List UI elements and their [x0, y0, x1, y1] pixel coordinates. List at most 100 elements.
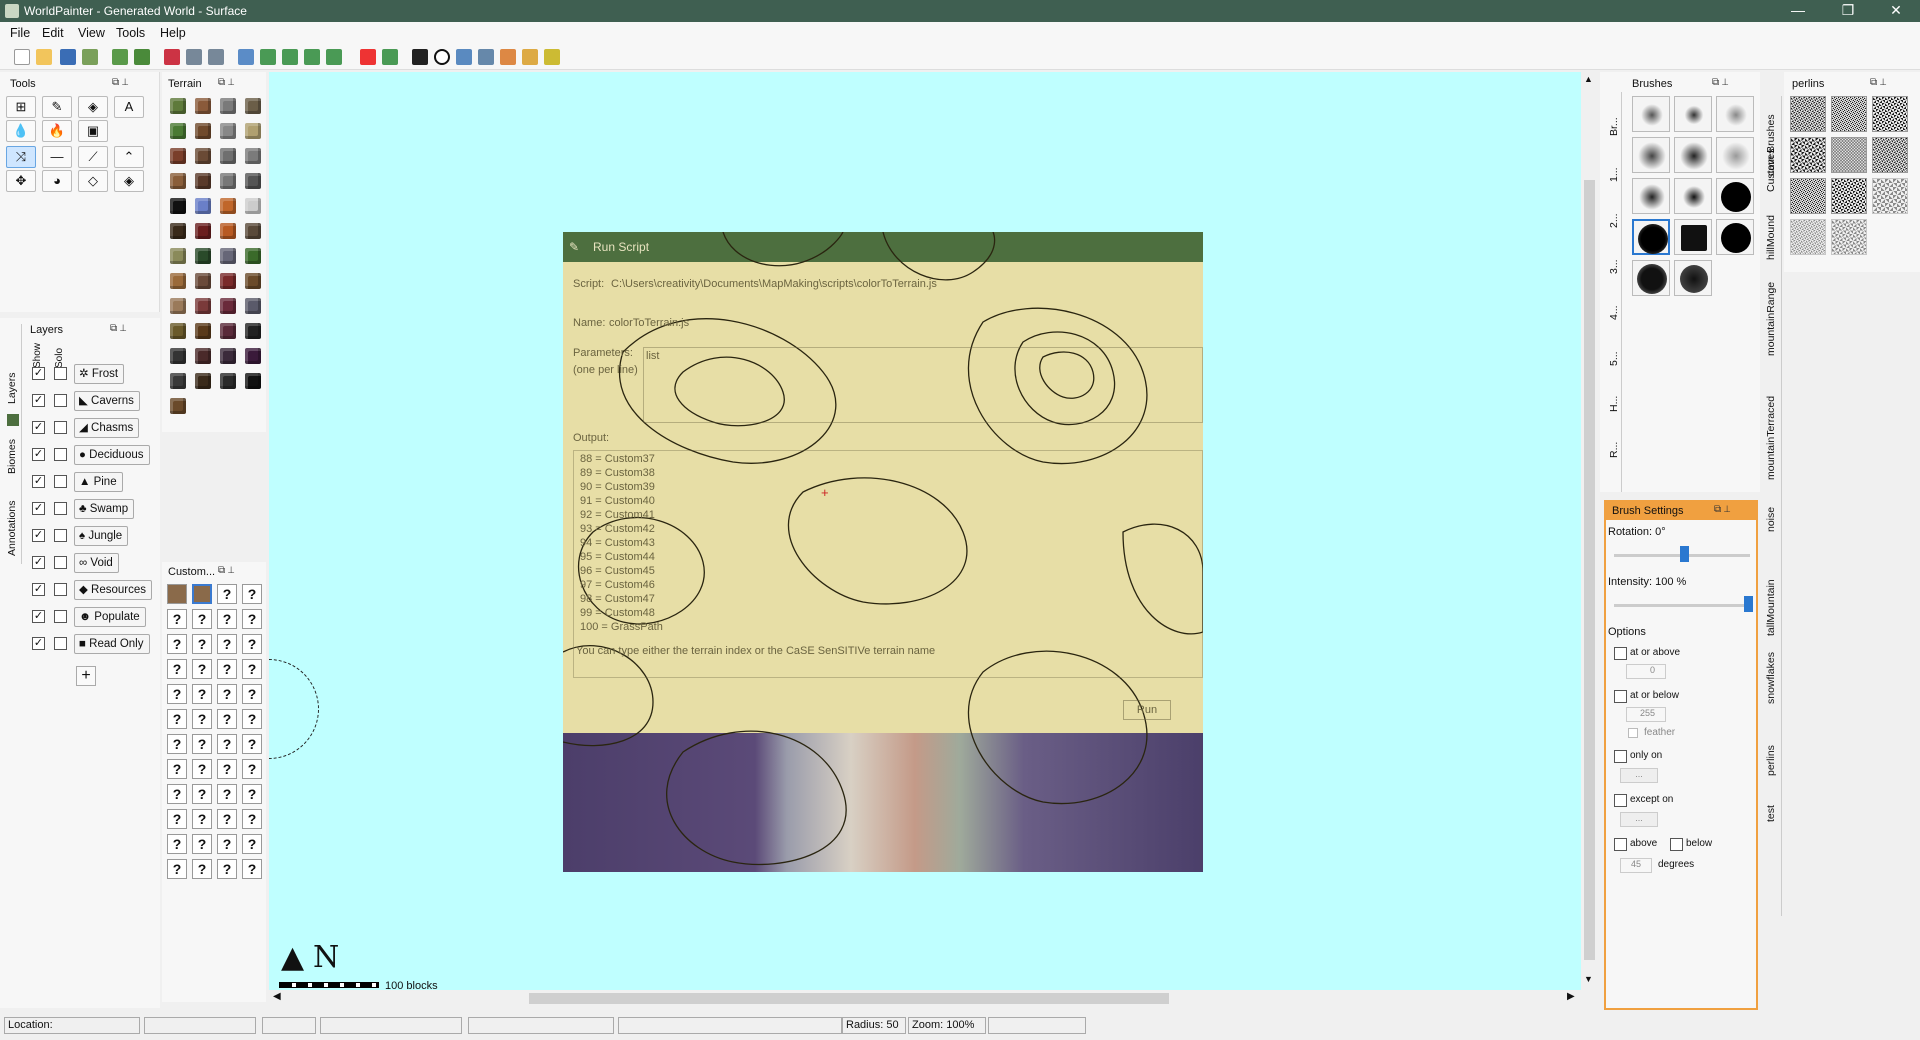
move-tool[interactable]: ✥ — [6, 170, 36, 192]
right-tab-snowflakes[interactable]: snowflakes — [1765, 652, 1777, 704]
layer-button-chasms[interactable]: ◢ Chasms — [74, 418, 140, 438]
except-on-select-button[interactable]: ... — [1620, 812, 1658, 827]
custom-material-empty[interactable]: ? — [167, 634, 187, 654]
layer-solo-checkbox[interactable] — [54, 502, 67, 515]
dimension-icon[interactable] — [238, 49, 254, 65]
custom-material-empty[interactable]: ? — [242, 709, 262, 729]
custom-material-empty[interactable]: ? — [167, 859, 187, 879]
panel-detach-icon[interactable]: ⧉ ⊥ — [112, 77, 128, 88]
menu-help[interactable]: Help — [160, 26, 186, 40]
custom-material-empty[interactable]: ? — [217, 834, 237, 854]
view-icon[interactable] — [478, 49, 494, 65]
terrain-swatch[interactable] — [193, 96, 213, 116]
menu-edit[interactable]: Edit — [42, 26, 64, 40]
zoom-in-icon[interactable] — [186, 49, 202, 65]
brush-tab[interactable]: 3... — [1608, 259, 1620, 274]
brush-shape[interactable] — [1716, 178, 1754, 214]
terrain-swatch[interactable] — [218, 221, 238, 241]
layer-show-checkbox[interactable]: ✓ — [32, 448, 45, 461]
layer-solo-checkbox[interactable] — [54, 529, 67, 542]
menu-view[interactable]: View — [78, 26, 105, 40]
terrain-swatch[interactable] — [243, 146, 263, 166]
terrain-swatch[interactable] — [243, 221, 263, 241]
raise-mountain-tool[interactable]: ⌃ — [114, 146, 144, 168]
brush-shape[interactable] — [1716, 137, 1754, 173]
layer-show-checkbox[interactable]: ✓ — [32, 610, 45, 623]
terrain-swatch[interactable] — [168, 371, 188, 391]
terrain-swatch[interactable] — [243, 246, 263, 266]
export-icon[interactable] — [82, 49, 98, 65]
terrain-swatch[interactable] — [193, 321, 213, 341]
terrain-swatch[interactable] — [168, 321, 188, 341]
user-icon[interactable] — [500, 49, 516, 65]
perlin-brush[interactable] — [1831, 137, 1867, 173]
layer-button-pine[interactable]: ▲ Pine — [74, 472, 123, 492]
globe-tool[interactable]: ◕ — [42, 170, 72, 192]
brush-shape[interactable] — [1674, 96, 1712, 132]
layer-button-populate[interactable]: ☻ Populate — [74, 607, 146, 627]
resize-icon[interactable] — [382, 49, 398, 65]
right-tab-test[interactable]: test — [1765, 805, 1777, 822]
except-on-checkbox[interactable] — [1614, 794, 1627, 807]
terrain-swatch[interactable] — [168, 121, 188, 141]
custom-material-empty[interactable]: ? — [192, 684, 212, 704]
custom-material-empty[interactable]: ? — [217, 734, 237, 754]
brush-shape[interactable] — [1716, 219, 1754, 255]
new-icon[interactable] — [14, 49, 30, 65]
only-on-checkbox[interactable] — [1614, 750, 1627, 763]
level-tool[interactable]: — — [42, 146, 72, 168]
save-icon[interactable] — [60, 49, 76, 65]
terrain-swatch[interactable] — [193, 171, 213, 191]
layer-button-read-only[interactable]: ■ Read Only — [74, 634, 150, 654]
terrain-swatch[interactable] — [193, 146, 213, 166]
custom-material-empty[interactable]: ? — [242, 659, 262, 679]
rotation-slider-thumb[interactable] — [1680, 546, 1689, 562]
custom-material-empty[interactable]: ? — [167, 784, 187, 804]
crosshair-icon[interactable] — [412, 49, 428, 65]
right-tab-tallmountain[interactable]: tallMountain — [1765, 579, 1777, 636]
custom-material-empty[interactable]: ? — [217, 709, 237, 729]
custom-material-empty[interactable]: ? — [192, 634, 212, 654]
brush-tab[interactable]: 1... — [1608, 167, 1620, 182]
terrain-swatch[interactable] — [193, 371, 213, 391]
layer-button-swamp[interactable]: ♣ Swamp — [74, 499, 135, 519]
vscroll-thumb[interactable] — [1584, 180, 1595, 960]
output-area[interactable]: 88 = Custom37 89 = Custom38 90 = Custom39 9… — [573, 450, 1203, 678]
custom-material-empty[interactable]: ? — [242, 859, 262, 879]
terrain-swatch[interactable] — [243, 346, 263, 366]
layer-show-checkbox[interactable]: ✓ — [32, 367, 45, 380]
redo-icon[interactable] — [134, 49, 150, 65]
degrees-spinner[interactable]: 45 — [1620, 858, 1652, 873]
layer-button-resources[interactable]: ◆ Resources — [74, 580, 153, 600]
custom-material-empty[interactable]: ? — [242, 584, 262, 604]
custom-material-empty[interactable]: ? — [167, 834, 187, 854]
perlin-brush[interactable] — [1831, 96, 1867, 132]
terrain-swatch[interactable] — [218, 171, 238, 191]
at-or-below-checkbox[interactable] — [1614, 690, 1627, 703]
open-icon[interactable] — [36, 49, 52, 65]
tab-annotations[interactable]: Annotations — [6, 501, 18, 556]
custom-material-empty[interactable]: ? — [242, 734, 262, 754]
raise-icon[interactable] — [260, 49, 276, 65]
right-tab-perlins[interactable]: perlins — [1765, 745, 1777, 776]
terrain-swatch[interactable] — [218, 271, 238, 291]
water-tool[interactable]: 💧 — [6, 120, 36, 142]
layer-solo-checkbox[interactable] — [54, 475, 67, 488]
tab-biomes[interactable]: Biomes — [6, 439, 18, 474]
terrain-swatch[interactable] — [218, 196, 238, 216]
at-or-above-spinner[interactable]: 0 — [1626, 664, 1666, 679]
below-checkbox[interactable] — [1670, 838, 1683, 851]
layer-solo-checkbox[interactable] — [54, 556, 67, 569]
terrain-swatch[interactable] — [193, 221, 213, 241]
layer-show-checkbox[interactable]: ✓ — [32, 637, 45, 650]
custom-material-empty[interactable]: ? — [217, 684, 237, 704]
layer-solo-checkbox[interactable] — [54, 394, 67, 407]
perlin-brush[interactable] — [1831, 178, 1867, 214]
brush-tab[interactable]: 5... — [1608, 351, 1620, 366]
spray-tool[interactable]: ⊞ — [6, 96, 36, 118]
panel-detach-icon[interactable]: ⧉ ⊥ — [218, 77, 234, 88]
flatten-tool[interactable]: ⤨ — [6, 146, 36, 168]
smooth-tool[interactable]: ⟋ — [78, 146, 108, 168]
terrain-swatch[interactable] — [168, 296, 188, 316]
custom-material-empty[interactable]: ? — [167, 684, 187, 704]
